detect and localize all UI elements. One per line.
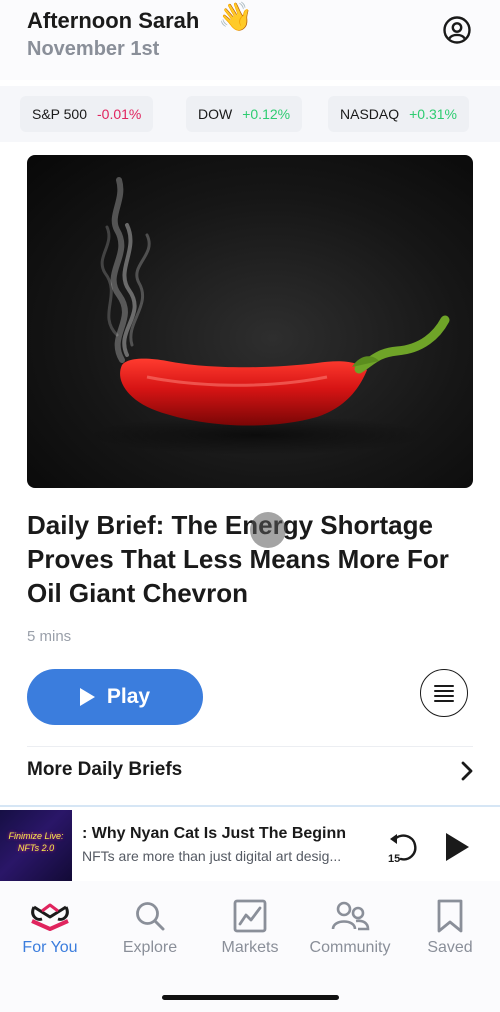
episode-title: : Why Nyan Cat Is Just The Beginn — [82, 825, 347, 842]
brief-duration: 5 mins — [27, 628, 72, 645]
people-icon — [331, 901, 370, 931]
divider — [27, 746, 473, 747]
ticker-change: -0.01% — [97, 106, 142, 122]
waving-hand-icon: 👋 — [218, 1, 253, 32]
ticker-name: DOW — [198, 106, 233, 122]
tab-label: For You — [22, 939, 78, 956]
play-icon[interactable] — [444, 832, 470, 862]
market-ticker-bar: S&P 500 -0.01% DOW +0.12% NASDAQ +0.31% — [0, 86, 500, 142]
tab-bar: For You Explore Markets Community Saved — [0, 881, 500, 1012]
play-label: Play — [106, 685, 151, 708]
transcript-lines-icon — [434, 685, 454, 702]
ticker-name: S&P 500 — [32, 106, 88, 122]
ticker-change: +0.12% — [242, 106, 291, 122]
tab-saved[interactable]: Saved — [400, 899, 500, 957]
user-circle-icon[interactable] — [442, 15, 472, 45]
thumbnail-line2: NFTs 2.0 — [17, 843, 55, 853]
greeting-text: Afternoon Sarah — [27, 8, 200, 33]
chevron-right-icon[interactable] — [456, 760, 478, 782]
play-button[interactable]: Play — [27, 669, 203, 725]
episode-subtitle: NFTs are more than just digital art desi… — [82, 848, 342, 864]
chart-icon — [233, 899, 267, 933]
ticker-dow[interactable]: DOW +0.12% — [186, 96, 303, 132]
episode-thumbnail: Finimize Live: NFTs 2.0 — [0, 810, 72, 882]
for-you-icon — [31, 903, 69, 931]
tab-label: Saved — [427, 939, 473, 956]
date-text: November 1st — [27, 38, 160, 60]
more-daily-briefs-link[interactable]: More Daily Briefs — [27, 759, 182, 781]
touch-indicator — [250, 512, 286, 548]
ticker-name: NASDAQ — [340, 106, 400, 122]
bookmark-icon — [437, 899, 463, 933]
play-icon — [79, 688, 95, 706]
search-icon — [136, 902, 165, 931]
tab-community[interactable]: Community — [300, 899, 400, 957]
ticker-sp500[interactable]: S&P 500 -0.01% — [20, 96, 154, 132]
header: Afternoon Sarah 👋 November 1st — [0, 0, 500, 80]
tab-label: Community — [309, 939, 391, 956]
tab-for-you[interactable]: For You — [0, 899, 100, 957]
rewind-seconds: 15 — [388, 853, 400, 864]
home-indicator — [162, 995, 339, 1000]
tab-explore[interactable]: Explore — [100, 899, 200, 957]
chili-pepper-image — [87, 177, 450, 455]
ticker-change: +0.31% — [409, 106, 457, 122]
ticker-nasdaq[interactable]: NASDAQ +0.31% — [328, 96, 469, 132]
rewind-15-icon[interactable]: 15 — [386, 830, 420, 864]
mini-player[interactable]: Finimize Live: NFTs 2.0 : Why Nyan Cat I… — [0, 805, 500, 882]
tab-markets[interactable]: Markets — [200, 899, 300, 957]
transcript-button[interactable] — [420, 669, 468, 717]
thumbnail-line1: Finimize Live: — [8, 831, 64, 841]
brief-hero-image[interactable] — [27, 155, 473, 488]
tab-label: Markets — [221, 939, 279, 956]
tab-label: Explore — [122, 939, 178, 956]
